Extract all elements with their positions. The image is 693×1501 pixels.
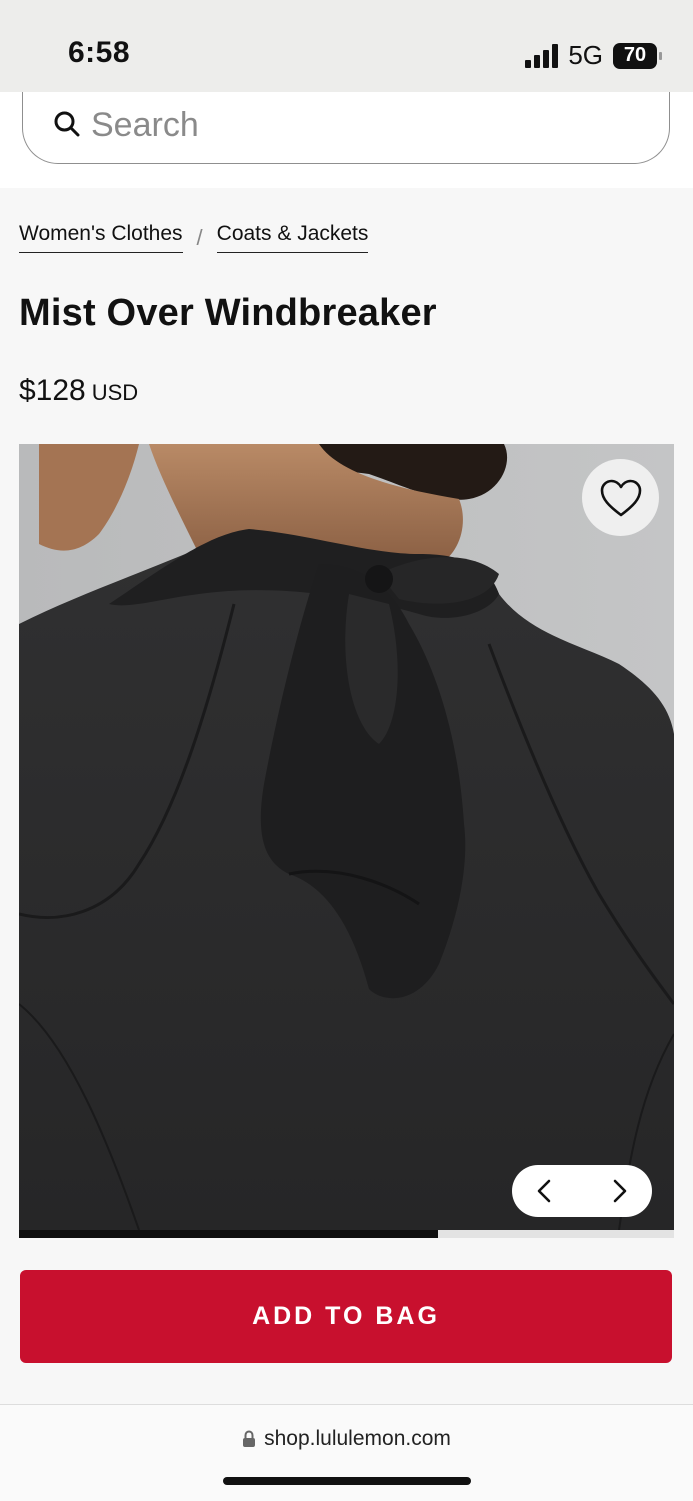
chevron-left-icon [537, 1179, 551, 1203]
search-icon [54, 111, 80, 137]
price-currency: USD [91, 380, 139, 405]
search-placeholder: Search [91, 106, 199, 144]
search-input[interactable]: Search [22, 92, 670, 164]
breadcrumb: Women's Clothes / Coats & Jackets [19, 222, 369, 253]
product-price: $128 USD [19, 374, 138, 408]
breadcrumb-separator: / [196, 224, 203, 250]
home-indicator[interactable] [223, 1477, 471, 1485]
url-display: shop.lululemon.com [0, 1427, 693, 1451]
network-label: 5G [568, 40, 603, 70]
status-bar: 6:58 5G 70 [0, 0, 693, 92]
gallery-progress-fill [19, 1230, 439, 1238]
product-title: Mist Over Windbreaker [19, 292, 437, 334]
chevron-right-icon [613, 1179, 627, 1203]
breadcrumb-coats-jackets[interactable]: Coats & Jackets [216, 222, 369, 253]
url-text: shop.lululemon.com [264, 1427, 451, 1450]
wishlist-button[interactable] [582, 459, 659, 536]
breadcrumb-womens-clothes[interactable]: Women's Clothes [19, 222, 183, 253]
next-image-button[interactable] [612, 1178, 628, 1204]
battery-icon: 70 [613, 42, 662, 69]
heart-icon [600, 479, 641, 516]
gallery-pager [512, 1165, 652, 1217]
product-image[interactable] [19, 444, 674, 1230]
add-to-bag-button[interactable]: ADD TO BAG [20, 1270, 672, 1363]
product-photo [19, 444, 674, 1230]
previous-image-button[interactable] [536, 1178, 552, 1204]
price-amount: $128 [19, 374, 86, 407]
search-area: Search [0, 92, 693, 188]
status-indicators: 5G 70 [525, 40, 662, 71]
browser-url-bar[interactable]: shop.lululemon.com [0, 1404, 693, 1501]
signal-icon [525, 43, 559, 68]
gallery-progress-bar [19, 1230, 674, 1238]
lock-icon [243, 1430, 256, 1447]
status-time: 6:58 [68, 36, 131, 69]
